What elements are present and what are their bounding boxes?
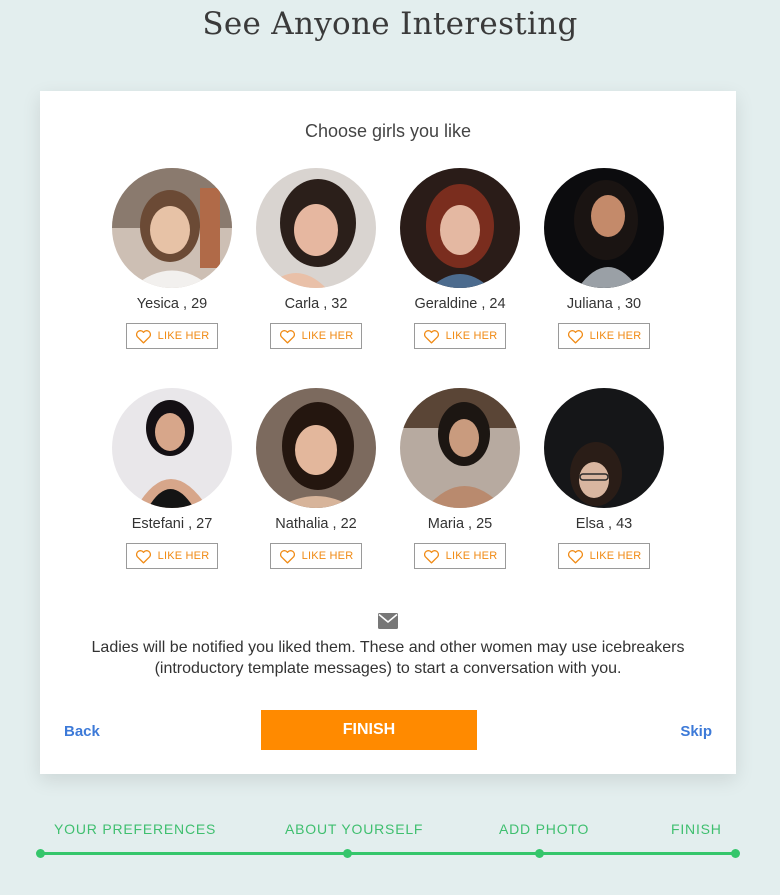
- step-add-photo: ADD PHOTO: [499, 821, 590, 837]
- heart-outline-icon: [423, 329, 439, 344]
- like-her-button[interactable]: LIKE HER: [558, 543, 650, 569]
- step-finish: FINISH: [671, 821, 722, 837]
- avatar-photo-nathalia: [256, 388, 376, 508]
- girl-card-carla: Carla , 32 LIKE HER: [256, 168, 376, 358]
- avatar-photo-geraldine: [400, 168, 520, 288]
- finish-button[interactable]: FINISH: [261, 710, 477, 750]
- heart-outline-icon: [567, 549, 583, 564]
- like-her-button[interactable]: LIKE HER: [270, 543, 362, 569]
- step-dot: [36, 849, 45, 858]
- avatar-photo-carla: [256, 168, 376, 288]
- like-her-label: LIKE HER: [445, 550, 498, 562]
- profile-photo[interactable]: [544, 388, 664, 508]
- choose-girls-card: Choose girls you like Yesica , 29 LIKE H…: [40, 91, 736, 774]
- like-her-label: LIKE HER: [157, 550, 210, 562]
- avatar-photo-elsa: [544, 388, 664, 508]
- profile-photo[interactable]: [544, 168, 664, 288]
- heart-outline-icon: [567, 329, 583, 344]
- profile-photo[interactable]: [400, 388, 520, 508]
- girls-grid: Yesica , 29 LIKE HER Carla , 32 LIKE HER: [40, 91, 736, 591]
- step-your-preferences: YOUR PREFERENCES: [54, 821, 217, 837]
- envelope-icon: [378, 613, 398, 629]
- girl-card-estefani: Estefani , 27 LIKE HER: [112, 388, 232, 578]
- girl-card-elsa: Elsa , 43 LIKE HER: [544, 388, 664, 578]
- like-her-button[interactable]: LIKE HER: [414, 543, 506, 569]
- girl-name: Nathalia , 22: [275, 516, 357, 532]
- page-title: See Anyone Interesting: [202, 6, 578, 42]
- like-her-label: LIKE HER: [589, 550, 642, 562]
- avatar-photo-yesica: [112, 168, 232, 288]
- heart-outline-icon: [135, 329, 151, 344]
- profile-photo[interactable]: [112, 388, 232, 508]
- profile-photo[interactable]: [400, 168, 520, 288]
- girl-name: Carla , 32: [284, 296, 348, 312]
- girl-card-nathalia: Nathalia , 22 LIKE HER: [256, 388, 376, 578]
- heart-outline-icon: [279, 329, 295, 344]
- profile-photo[interactable]: [256, 388, 376, 508]
- step-dot: [535, 849, 544, 858]
- girl-name: Estefani , 27: [131, 516, 213, 532]
- like-her-label: LIKE HER: [301, 330, 354, 342]
- back-link[interactable]: Back: [64, 723, 100, 740]
- like-her-label: LIKE HER: [301, 550, 354, 562]
- notice-text: Ladies will be notified you liked them. …: [91, 639, 685, 677]
- like-her-label: LIKE HER: [157, 330, 210, 342]
- like-her-button[interactable]: LIKE HER: [558, 323, 650, 349]
- like-her-button[interactable]: LIKE HER: [126, 543, 218, 569]
- girl-name: Yesica , 29: [136, 296, 208, 312]
- avatar-photo-juliana: [544, 168, 664, 288]
- like-her-label: LIKE HER: [589, 330, 642, 342]
- like-her-button[interactable]: LIKE HER: [270, 323, 362, 349]
- heart-outline-icon: [423, 549, 439, 564]
- girl-name: Elsa , 43: [575, 516, 633, 532]
- step-about-yourself: ABOUT YOURSELF: [285, 821, 424, 837]
- avatar-photo-maria: [400, 388, 520, 508]
- skip-link[interactable]: Skip: [680, 723, 712, 740]
- heart-outline-icon: [279, 549, 295, 564]
- heart-outline-icon: [135, 549, 151, 564]
- like-her-label: LIKE HER: [445, 330, 498, 342]
- step-dot: [731, 849, 740, 858]
- girl-name: Geraldine , 24: [414, 296, 506, 312]
- profile-photo[interactable]: [256, 168, 376, 288]
- girl-name: Juliana , 30: [566, 296, 642, 312]
- progress-fill: [40, 852, 736, 855]
- girl-name: Maria , 25: [427, 516, 493, 532]
- avatar-photo-estefani: [112, 388, 232, 508]
- like-her-button[interactable]: LIKE HER: [414, 323, 506, 349]
- step-dot: [343, 849, 352, 858]
- girl-card-yesica: Yesica , 29 LIKE HER: [112, 168, 232, 358]
- profile-photo[interactable]: [112, 168, 232, 288]
- girl-card-geraldine: Geraldine , 24 LIKE HER: [400, 168, 520, 358]
- like-her-button[interactable]: LIKE HER: [126, 323, 218, 349]
- girl-card-maria: Maria , 25 LIKE HER: [400, 388, 520, 578]
- progress-steps: YOUR PREFERENCES ABOUT YOURSELF ADD PHOT…: [0, 821, 780, 841]
- girl-card-juliana: Juliana , 30 LIKE HER: [544, 168, 664, 358]
